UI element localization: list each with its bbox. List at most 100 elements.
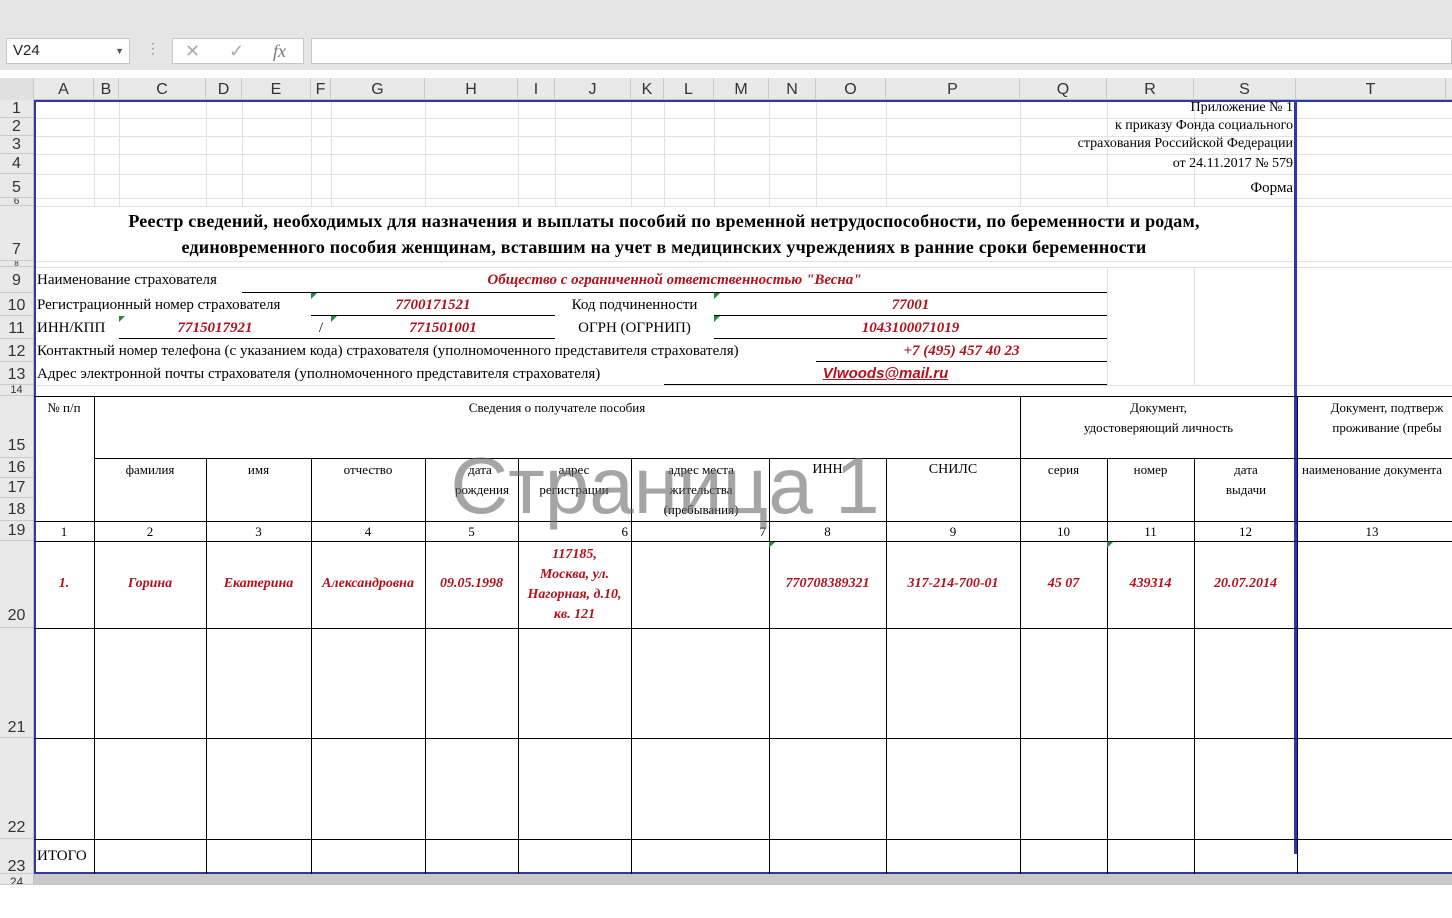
kpp-value[interactable]: 771501001 <box>331 320 555 337</box>
row-header[interactable]: 24 <box>0 874 33 885</box>
row-header[interactable]: 16 <box>0 458 33 478</box>
row-headers: 1 2 3 4 5 6 7 8 9 10 11 12 13 14 15 16 1… <box>0 100 34 885</box>
inn-value[interactable]: 7715017921 <box>119 320 311 337</box>
doc-name-header: наименование документа <box>1302 462 1442 477</box>
row-header[interactable]: 4 <box>0 154 33 174</box>
page-title-line-2: единовременного пособия женщинам, вставш… <box>181 237 1147 257</box>
column-header-b[interactable]: B <box>94 78 119 100</box>
surname-cell[interactable]: Горина <box>94 576 206 592</box>
row-header[interactable]: 17 <box>0 478 33 498</box>
ogrn-value[interactable]: 1043100071019 <box>714 320 1107 337</box>
phone-label: Контактный номер телефона (с указанием к… <box>37 343 739 359</box>
cancel-icon[interactable]: ✕ <box>185 39 200 63</box>
col-number: 3 <box>255 524 262 539</box>
column-header-s[interactable]: S <box>1194 78 1296 100</box>
series-cell[interactable]: 45 07 <box>1020 576 1107 592</box>
row-header[interactable]: 9 <box>0 267 33 293</box>
column-header-d[interactable]: D <box>206 78 242 100</box>
row-header[interactable]: 3 <box>0 136 33 154</box>
snils-cell[interactable]: 317-214-700-01 <box>886 576 1020 592</box>
column-header-q[interactable]: Q <box>1020 78 1107 100</box>
more-icon: ⋮ <box>146 40 160 56</box>
id-doc-header-2: удостоверяющий личность <box>1083 420 1234 435</box>
row-header[interactable]: 5 <box>0 174 33 198</box>
column-header-f[interactable]: F <box>311 78 331 100</box>
column-header-t[interactable]: T <box>1296 78 1446 100</box>
email-value[interactable]: Vlwoods@mail.ru <box>664 365 1107 382</box>
row-header[interactable]: 23 <box>0 839 33 875</box>
column-header-o[interactable]: O <box>816 78 886 100</box>
column-header-j[interactable]: J <box>555 78 631 100</box>
name-box[interactable]: V24 ▼ <box>6 38 130 64</box>
column-header-i[interactable]: I <box>518 78 555 100</box>
phone-value[interactable]: +7 (495) 457 40 23 <box>816 343 1107 360</box>
inn-cell[interactable]: 770708389321 <box>769 576 886 592</box>
col-number: 12 <box>1239 524 1252 539</box>
reg-number-label: Регистрационный номер страхователя <box>37 297 281 313</box>
subordination-code-label: Код подчиненности <box>571 297 698 313</box>
row-header[interactable]: 18 <box>0 498 33 521</box>
column-header-e[interactable]: E <box>242 78 311 100</box>
horizontal-scrollbar[interactable] <box>34 874 1452 885</box>
name-header: имя <box>247 462 270 477</box>
name-cell[interactable]: Екатерина <box>206 576 311 592</box>
patronymic-header: отчество <box>343 462 393 477</box>
row-header[interactable]: 14 <box>0 385 33 396</box>
column-header-k[interactable]: K <box>631 78 664 100</box>
col-number: 13 <box>1365 524 1379 539</box>
col-number: 10 <box>1057 524 1070 539</box>
row-header[interactable]: 11 <box>0 316 33 339</box>
id-doc-header-1: Документ, <box>1130 400 1187 415</box>
fund-label: страхования Российской Федерации <box>1077 136 1293 151</box>
reg-number-value[interactable]: 7700171521 <box>311 297 555 314</box>
row-header[interactable]: 2 <box>0 118 33 136</box>
patronymic-cell[interactable]: Александровна <box>311 576 425 592</box>
column-header-c[interactable]: C <box>119 78 206 100</box>
column-header-r[interactable]: R <box>1107 78 1194 100</box>
subordination-code-value[interactable]: 77001 <box>714 297 1107 314</box>
address-line[interactable]: Нагорная, д.10, <box>518 585 631 605</box>
row-header[interactable]: 13 <box>0 362 33 385</box>
row-header[interactable]: 7 <box>0 206 33 261</box>
address-line[interactable]: Москва, ул. <box>518 565 631 585</box>
row-header[interactable]: 1 <box>0 100 33 118</box>
row-header[interactable]: 6 <box>0 198 33 206</box>
row-header[interactable]: 19 <box>0 521 33 541</box>
row-header[interactable]: 21 <box>0 628 33 738</box>
column-header-g[interactable]: G <box>331 78 425 100</box>
column-header-m[interactable]: M <box>714 78 769 100</box>
formula-buttons: ✕ ✓ fx <box>172 38 304 64</box>
birth-date-cell[interactable]: 09.05.1998 <box>425 576 518 592</box>
enter-icon[interactable]: ✓ <box>229 39 244 63</box>
residence-doc-header-2: проживание (пребы <box>1332 420 1442 435</box>
doc-number-cell[interactable]: 439314 <box>1107 576 1194 592</box>
total-label: ИТОГО <box>37 848 87 864</box>
select-all-corner[interactable] <box>0 78 34 100</box>
chevron-down-icon[interactable]: ▼ <box>115 39 124 63</box>
column-header-h[interactable]: H <box>425 78 518 100</box>
column-header-n[interactable]: N <box>769 78 816 100</box>
row-header[interactable]: 15 <box>0 396 33 458</box>
insurer-name-value[interactable]: Общество с ограниченной ответственностью… <box>242 272 1107 289</box>
issue-date-cell[interactable]: 20.07.2014 <box>1194 576 1297 592</box>
birth-date-header: дата рождения <box>455 462 509 497</box>
col-number: 2 <box>146 524 154 539</box>
column-header-a[interactable]: A <box>34 78 94 100</box>
row-num-cell[interactable]: 1. <box>34 576 94 592</box>
address-line[interactable]: кв. 121 <box>518 605 631 625</box>
insert-function-icon[interactable]: fx <box>273 39 286 63</box>
address-line[interactable]: 117185, <box>518 545 631 565</box>
column-header-p[interactable]: P <box>886 78 1020 100</box>
number-header: номер <box>1133 462 1168 477</box>
inn-kpp-separator: / <box>318 320 324 336</box>
column-header-l[interactable]: L <box>664 78 714 100</box>
row-header[interactable]: 10 <box>0 293 33 316</box>
row-header[interactable]: 22 <box>0 738 33 839</box>
col-num-header: № п/п <box>47 400 81 415</box>
order-date-label: от 24.11.2017 № 579 <box>1172 156 1293 171</box>
formula-input[interactable] <box>311 38 1452 64</box>
residence-doc-header-1: Документ, подтверж <box>1330 400 1444 415</box>
sheet-grid[interactable]: Приложение № 1 к приказу Фонда социально… <box>34 100 1452 874</box>
row-header[interactable]: 20 <box>0 541 33 628</box>
row-header[interactable]: 12 <box>0 339 33 362</box>
